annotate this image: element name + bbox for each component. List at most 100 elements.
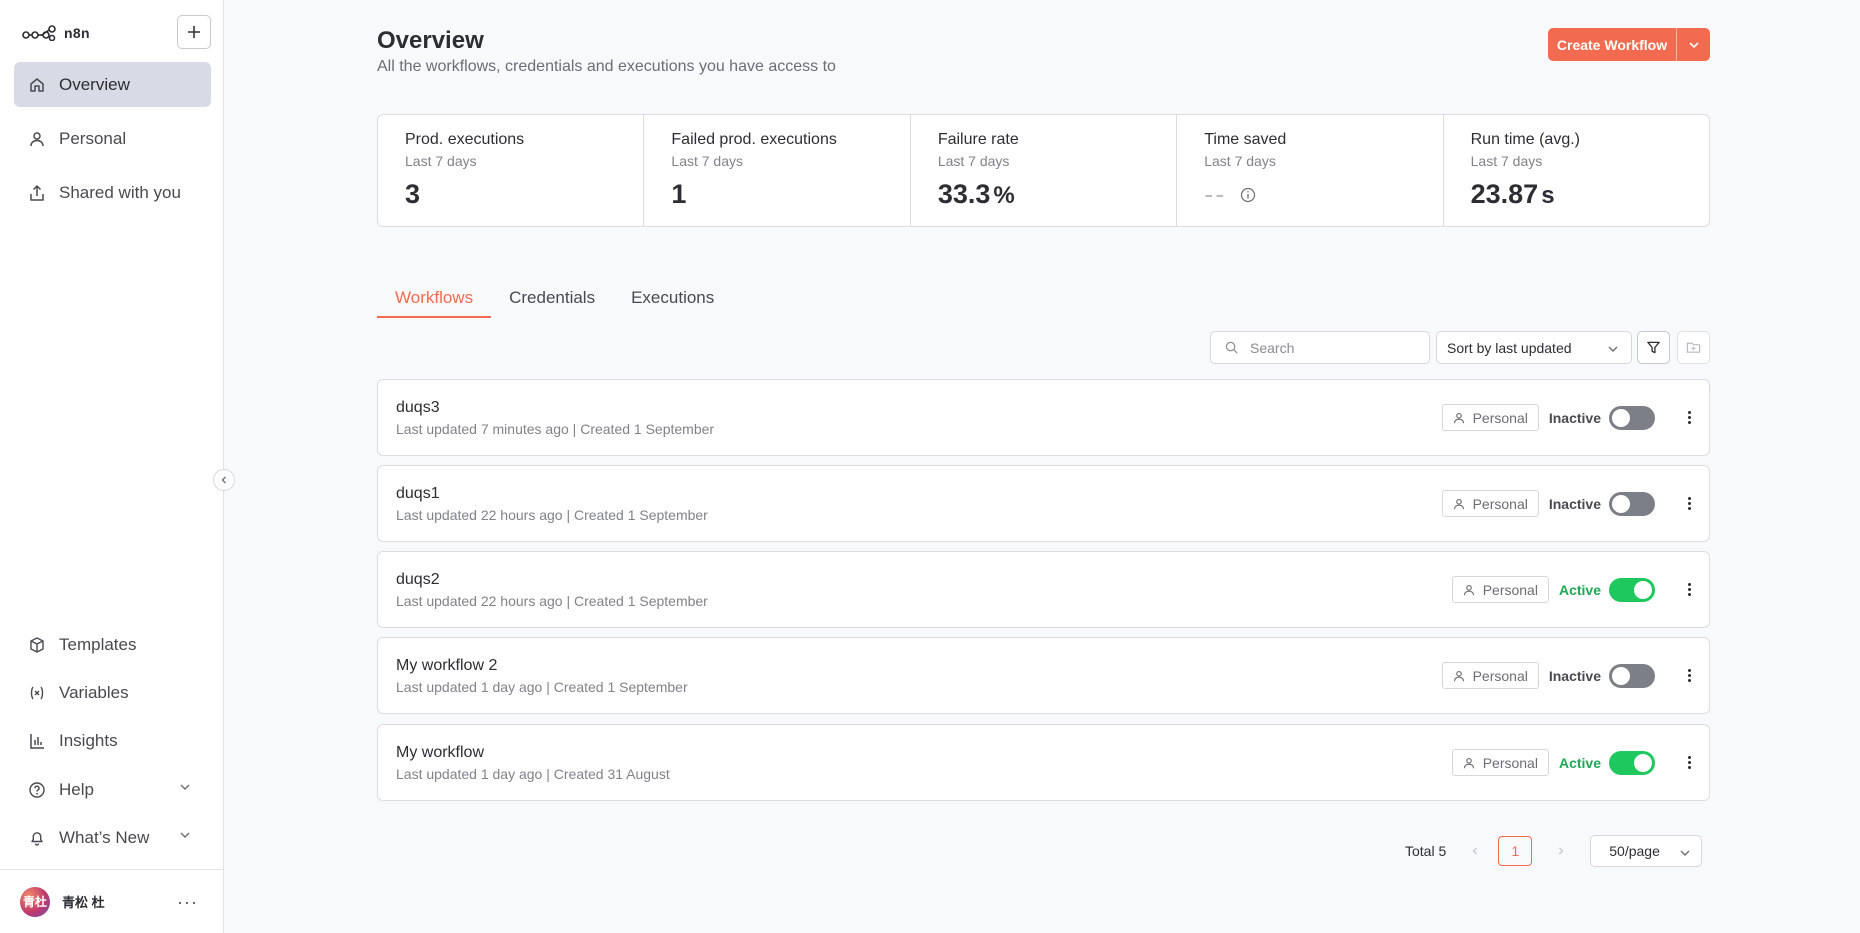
more-vertical-icon[interactable] [1679, 756, 1699, 769]
sort-select[interactable]: Sort by last updated [1436, 331, 1632, 364]
owner-label: Personal [1472, 667, 1528, 684]
active-toggle[interactable] [1609, 663, 1655, 688]
n8n-logo-icon [22, 25, 56, 41]
tab-workflows[interactable]: Workflows [377, 278, 492, 318]
workflow-actions: Personal Inactive [1441, 466, 1699, 541]
sidebar-item-insights[interactable]: Insights [14, 718, 211, 763]
new-folder-button[interactable] [1677, 331, 1710, 364]
insights-summary: Prod. executions Last 7 days 3 Failed pr… [377, 114, 1710, 227]
info-icon[interactable] [1240, 187, 1256, 203]
stat-unit: % [993, 182, 1015, 209]
home-icon [28, 76, 46, 94]
more-icon[interactable]: ··· [177, 892, 198, 913]
page-subtitle: All the workflows, credentials and execu… [377, 58, 836, 75]
add-button[interactable] [177, 15, 211, 49]
toggle-knob [1612, 494, 1630, 513]
stat-value: 23.87 s [1471, 179, 1709, 210]
sidebar: n8n Overview Personal Shared with you Te… [0, 0, 224, 933]
active-toggle[interactable] [1609, 750, 1655, 775]
stat-failure-rate[interactable]: Failure rate Last 7 days 33.3% [911, 115, 1178, 226]
tab-executions[interactable]: Executions [613, 278, 732, 318]
logo[interactable]: n8n [22, 20, 90, 46]
stat-title: Prod. executions [405, 131, 525, 148]
user-icon [1453, 498, 1465, 510]
stat-run-time[interactable]: Run time (avg.) Last 7 days 23.87 s [1444, 115, 1709, 226]
share-icon [28, 184, 46, 202]
tab-credentials[interactable]: Credentials [491, 278, 613, 318]
filter-icon [1647, 341, 1660, 354]
create-options-dropdown[interactable] [1676, 28, 1710, 61]
sidebar-item-variables[interactable]: Variables [14, 670, 211, 715]
stat-period: Last 7 days [1470, 153, 1543, 169]
user-menu[interactable]: 青杜 青松 杜 ··· [0, 869, 224, 933]
workflow-meta: Last updated 22 hours ago | Created 1 Se… [396, 593, 708, 609]
active-toggle[interactable] [1609, 577, 1655, 602]
workflow-card[interactable]: duqs2 Last updated 22 hours ago | Create… [377, 551, 1710, 628]
owner-badge: Personal [1441, 404, 1539, 431]
sidebar-item-label: Insights [59, 730, 118, 750]
pagination: Total 5 1 50/page [1405, 835, 1703, 867]
sidebar-item-templates[interactable]: Templates [14, 622, 211, 667]
stat-title: Run time (avg.) [1470, 131, 1580, 148]
sidebar-item-shared[interactable]: Shared with you [14, 170, 211, 215]
user-icon [28, 130, 46, 148]
workflow-card[interactable]: duqs1 Last updated 22 hours ago | Create… [377, 465, 1710, 542]
chevron-down-icon [1688, 41, 1699, 48]
page-number[interactable]: 1 [1498, 836, 1533, 866]
sidebar-item-personal[interactable]: Personal [14, 116, 211, 161]
owner-label: Personal [1472, 409, 1528, 426]
sidebar-item-label: Templates [59, 634, 137, 654]
folder-plus-icon [1686, 342, 1701, 353]
stat-time-saved[interactable]: Time saved Last 7 days -- [1177, 115, 1444, 226]
sidebar-item-whats-new[interactable]: What’s New [14, 815, 211, 860]
sidebar-item-label: Shared with you [59, 182, 181, 202]
owner-badge: Personal [1441, 490, 1539, 517]
search-input[interactable] [1250, 339, 1410, 356]
chevron-left-icon [1472, 847, 1478, 855]
more-vertical-icon[interactable] [1679, 497, 1699, 510]
workflow-actions: Personal Active [1451, 552, 1699, 627]
more-vertical-icon[interactable] [1679, 669, 1699, 682]
user-name: 青松 杜 [62, 895, 105, 910]
stat-number: -- [1204, 179, 1227, 209]
more-vertical-icon[interactable] [1679, 411, 1699, 424]
create-workflow-button[interactable]: Create Workflow [1548, 28, 1676, 61]
collapse-sidebar-button[interactable] [213, 469, 235, 491]
stat-number: 23.87 [1470, 179, 1539, 209]
owner-label: Personal [1472, 495, 1528, 512]
active-toggle[interactable] [1609, 491, 1655, 516]
app-name: n8n [64, 25, 90, 41]
status-label: Inactive [1548, 667, 1601, 684]
status-label: Active [1558, 581, 1601, 598]
user-icon [1463, 757, 1475, 769]
workflow-card[interactable]: duqs3 Last updated 7 minutes ago | Creat… [377, 379, 1710, 456]
workflow-actions: Personal Inactive [1441, 638, 1699, 713]
chevron-down-icon [180, 784, 190, 790]
sidebar-item-label: Help [59, 779, 94, 799]
next-page-button[interactable] [1556, 846, 1566, 856]
workflow-name: My workflow [396, 744, 485, 761]
workflow-card[interactable]: My workflow 2 Last updated 1 day ago | C… [377, 637, 1710, 714]
workflow-name: My workflow 2 [396, 657, 498, 674]
active-toggle[interactable] [1609, 405, 1655, 430]
owner-label: Personal [1482, 754, 1538, 771]
workflow-card[interactable]: My workflow Last updated 1 day ago | Cre… [377, 724, 1710, 801]
search-field[interactable] [1210, 331, 1430, 364]
sidebar-item-help[interactable]: Help [14, 767, 211, 812]
workflow-meta: Last updated 22 hours ago | Created 1 Se… [396, 507, 708, 523]
workflow-actions: Personal Inactive [1441, 380, 1699, 455]
owner-label: Personal [1482, 581, 1538, 598]
page-size-select[interactable]: 50/page [1590, 835, 1703, 867]
stat-title: Failure rate [937, 131, 1019, 148]
resource-tabs: Workflows Credentials Executions [377, 278, 732, 318]
workflow-name: duqs1 [396, 485, 440, 502]
filter-button[interactable] [1637, 331, 1670, 364]
workflow-meta: Last updated 1 day ago | Created 1 Septe… [396, 679, 688, 695]
stat-prod-executions[interactable]: Prod. executions Last 7 days 3 [378, 115, 645, 226]
more-vertical-icon[interactable] [1679, 583, 1699, 596]
stat-failed-executions[interactable]: Failed prod. executions Last 7 days 1 [644, 115, 911, 226]
sidebar-item-label: Overview [59, 74, 130, 94]
stat-period: Last 7 days [671, 153, 744, 169]
prev-page-button[interactable] [1470, 846, 1480, 856]
sidebar-item-overview[interactable]: Overview [14, 62, 211, 107]
